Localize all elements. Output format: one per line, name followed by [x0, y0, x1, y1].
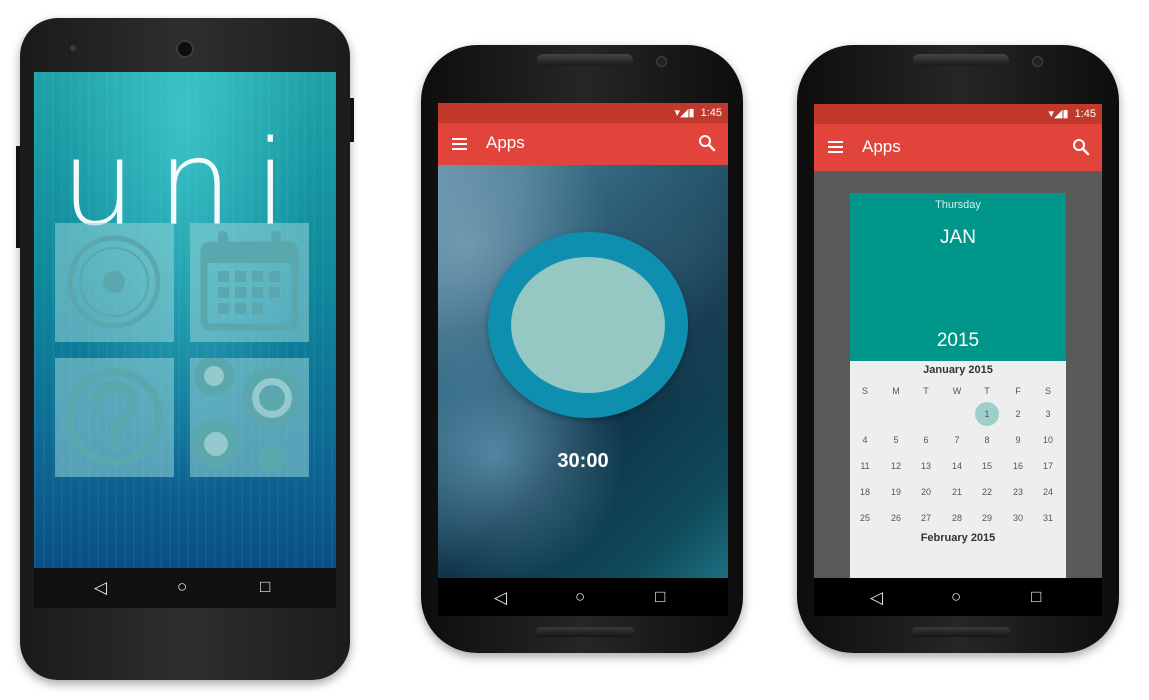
calendar-day[interactable]: 22 [975, 483, 999, 501]
app-title: Apps [862, 137, 901, 156]
search-icon[interactable] [698, 134, 716, 152]
power-button [350, 98, 354, 142]
selected-month[interactable]: JAN [850, 227, 1066, 249]
status-time: 1:45 [1074, 108, 1096, 120]
menu-icon[interactable] [828, 141, 843, 153]
date-picker: Thursday JAN 2015 January 2015 SMTWTFS12… [850, 193, 1066, 578]
phone-3-app-bar: Apps [814, 124, 1102, 171]
front-camera [176, 40, 194, 58]
calendar-day[interactable]: 18 [853, 483, 877, 501]
recents-icon[interactable]: □ [260, 578, 270, 595]
calendar-day[interactable]: 28 [945, 509, 969, 527]
calendar-day[interactable]: 31 [1036, 509, 1060, 527]
phone-3-status-bar: ▾◢▮ 1:45 [814, 104, 1102, 124]
calendar-day[interactable]: 1 [975, 405, 999, 423]
phone-1-screen: uni [34, 72, 336, 568]
phone-3-top-speaker [913, 54, 1009, 66]
calendar-day[interactable]: 26 [884, 509, 908, 527]
calendar-day[interactable]: 20 [914, 483, 938, 501]
phone-2-app-bar: Apps [438, 123, 728, 165]
calendar-day[interactable]: 19 [884, 483, 908, 501]
weekday-header: S [1044, 386, 1051, 396]
calendar-day[interactable]: 27 [914, 509, 938, 527]
home-icon[interactable]: ○ [575, 588, 585, 605]
home-icon[interactable]: ○ [177, 578, 187, 595]
calendar-day[interactable]: 16 [1006, 457, 1030, 475]
gears-icon [192, 356, 302, 472]
timer-dial[interactable] [511, 257, 665, 393]
selected-weekday: Thursday [935, 199, 981, 211]
back-icon[interactable]: ◁ [494, 589, 507, 606]
volume-button [16, 146, 20, 248]
phone-3-navbar: ◁ ○ □ [814, 578, 1102, 616]
timer-screen: 30:00 [438, 165, 728, 578]
status-icons: ▾◢▮ [1048, 108, 1069, 120]
calendar-day[interactable]: 8 [975, 431, 999, 449]
calendar-day[interactable]: 2 [1006, 405, 1030, 423]
recents-icon[interactable]: □ [655, 588, 665, 605]
proximity-sensor [70, 45, 76, 51]
back-icon[interactable]: ◁ [870, 589, 883, 606]
phone-2-bottom-speaker [535, 627, 635, 637]
calendar-day[interactable]: 24 [1036, 483, 1060, 501]
calendar-day[interactable]: 23 [1006, 483, 1030, 501]
calendar-day[interactable]: 21 [945, 483, 969, 501]
question-mark-icon [65, 368, 163, 466]
recents-icon[interactable]: □ [1031, 588, 1041, 605]
calendar-day[interactable]: 11 [853, 457, 877, 475]
calendar-tile[interactable] [190, 223, 309, 342]
phone-2-navbar: ◁ ○ □ [438, 578, 728, 616]
calendar-day[interactable]: 15 [975, 457, 999, 475]
app-title: Apps [486, 133, 525, 152]
weekday-header: T [923, 386, 929, 396]
calendar-day[interactable]: 17 [1036, 457, 1060, 475]
calendar-day[interactable]: 7 [945, 431, 969, 449]
weekday-header: M [892, 386, 900, 396]
weekday-header: W [952, 386, 962, 396]
phone-3-camera [1032, 56, 1043, 67]
calendar-day[interactable]: 5 [884, 431, 908, 449]
calendar-icon [200, 231, 299, 331]
home-icon[interactable]: ○ [951, 588, 961, 605]
calendar-day[interactable]: 6 [914, 431, 938, 449]
calendar-day[interactable]: 12 [884, 457, 908, 475]
calendar-day[interactable]: 9 [1006, 431, 1030, 449]
calendar-day[interactable]: 4 [853, 431, 877, 449]
menu-icon[interactable] [452, 138, 467, 150]
weekday-header: T [984, 386, 990, 396]
calendar-day[interactable]: 25 [853, 509, 877, 527]
radio-button-icon [67, 235, 161, 329]
calendar-day[interactable]: 3 [1036, 405, 1060, 423]
phone-3-bottom-speaker [911, 627, 1011, 637]
timer-readout: 30:00 [557, 450, 609, 472]
calendar-screen: Thursday JAN 2015 January 2015 SMTWTFS12… [814, 171, 1102, 578]
help-tile[interactable] [55, 358, 174, 477]
phone-2-status-bar: ▾◢▮ 1:45 [438, 103, 728, 123]
status-icons: ▾◢▮ [674, 107, 695, 119]
weekday-header: S [861, 386, 868, 396]
phone-2-camera [656, 56, 667, 67]
next-month-title: February 2015 [920, 532, 996, 544]
selected-year[interactable]: 2015 [850, 330, 1066, 352]
calendar-day[interactable]: 10 [1036, 431, 1060, 449]
calendar-day[interactable]: 29 [975, 509, 999, 527]
calendar-day[interactable]: 14 [945, 457, 969, 475]
settings-tile[interactable] [190, 356, 309, 477]
calendar-day[interactable]: 13 [914, 457, 938, 475]
calendar-day[interactable]: 30 [1006, 509, 1030, 527]
search-icon[interactable] [1072, 138, 1090, 156]
status-time: 1:45 [700, 107, 722, 119]
phone-1-navbar: ◁ ○ □ [34, 568, 336, 608]
month-title: January 2015 [923, 364, 993, 376]
date-picker-header: Thursday JAN 2015 [850, 193, 1066, 361]
weekday-header: F [1015, 386, 1021, 396]
back-icon[interactable]: ◁ [94, 579, 107, 596]
phone-2-top-speaker [537, 54, 633, 66]
radio-tile[interactable] [55, 223, 174, 342]
